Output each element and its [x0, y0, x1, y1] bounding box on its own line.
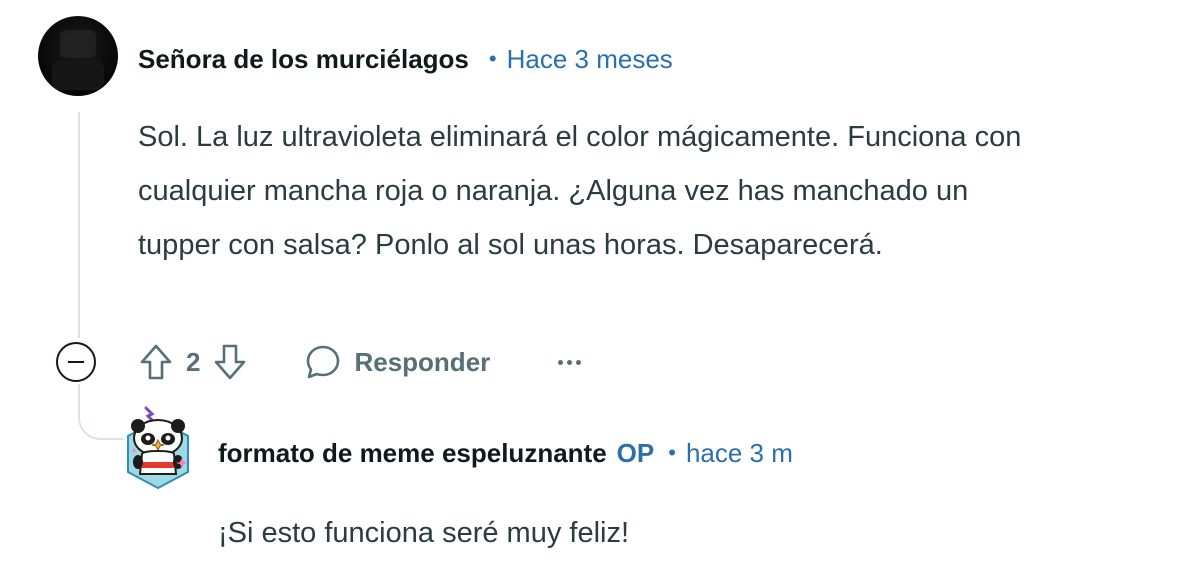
upvote-arrow-icon: [140, 344, 172, 380]
meta-separator: •: [668, 440, 676, 465]
op-badge: OP: [616, 437, 655, 468]
comment-header: Señora de los murciélagos • Hace 3 meses: [138, 40, 673, 78]
downvote-arrow-icon: [215, 344, 246, 380]
comment-body: Sol. La luz ultravioleta eliminará el co…: [138, 121, 1022, 261]
reply-header: formato de meme espeluznante OP • hace 3…: [218, 434, 793, 472]
collapse-minus-icon: [68, 361, 84, 363]
more-options-button[interactable]: [558, 342, 582, 382]
upvote-button[interactable]: [134, 340, 178, 384]
downvote-button[interactable]: [208, 340, 252, 384]
reply-timestamp[interactable]: hace 3 m: [686, 438, 793, 469]
avatar[interactable]: [38, 16, 118, 96]
panda-snoo-avatar-icon: [127, 406, 189, 490]
comment-timestamp[interactable]: Hace 3 meses: [507, 44, 673, 75]
comment-action-bar: 2 Responder: [56, 336, 582, 388]
thread-line[interactable]: [78, 112, 80, 338]
meta-separator: •: [488, 46, 497, 71]
comment-thread: Señora de los murciélagos • Hace 3 meses…: [0, 0, 1200, 578]
more-dots-icon: [558, 359, 582, 365]
reply-label: Responder: [354, 346, 491, 377]
collapse-thread-button[interactable]: [56, 342, 96, 382]
comment-author[interactable]: Señora de los murciélagos: [138, 44, 469, 75]
avatar-detail: [60, 30, 96, 58]
vote-score: 2: [186, 346, 201, 377]
reply-author[interactable]: formato de meme espeluznante: [218, 438, 607, 469]
reply-body: ¡Si esto funciona seré muy feliz!: [218, 517, 630, 549]
avatar-detail: [52, 60, 104, 90]
reply-button[interactable]: Responder: [304, 343, 490, 381]
speech-bubble-icon: [307, 345, 340, 379]
op-avatar[interactable]: [118, 404, 198, 492]
